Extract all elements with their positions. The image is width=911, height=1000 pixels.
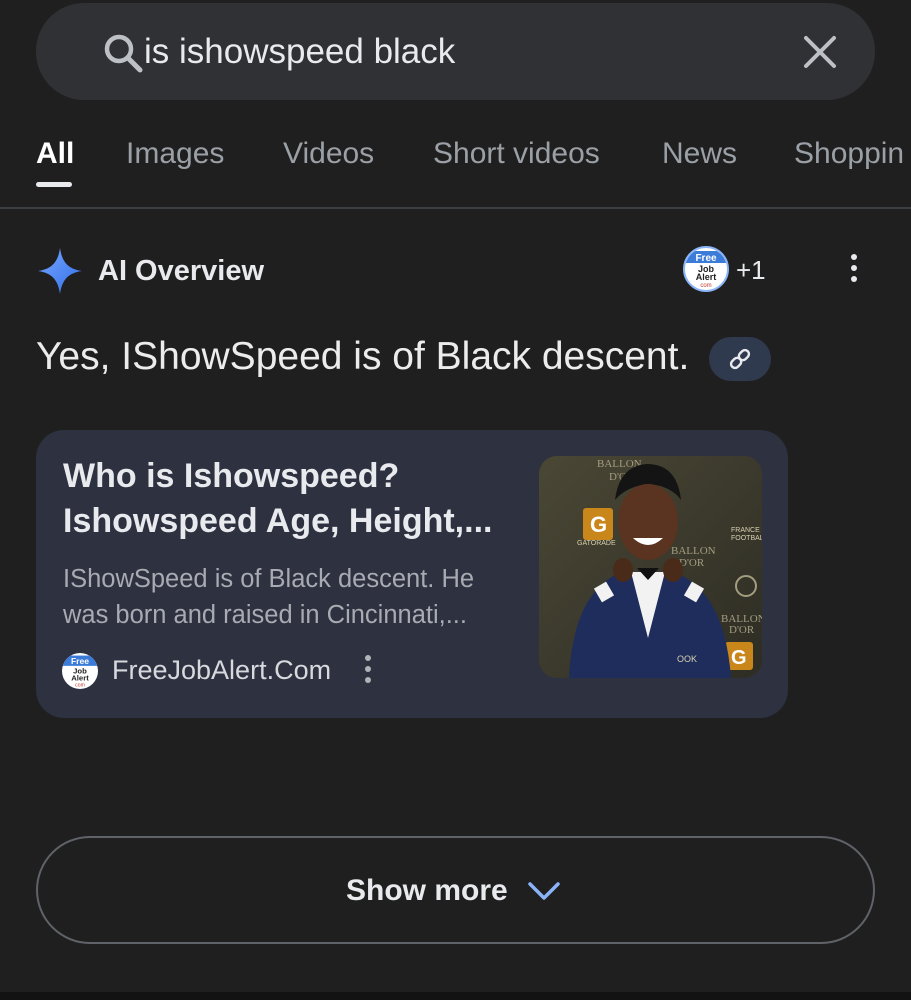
svg-text:com: com	[75, 682, 85, 688]
tab-videos[interactable]: Videos	[283, 136, 374, 172]
card-snippet: IShowSpeed is of Black descent. He was b…	[63, 565, 475, 629]
ai-answer-text: Yes, IShowSpeed is of Black descent.	[36, 335, 690, 378]
svg-text:D'OR: D'OR	[679, 557, 705, 569]
card-more-options-icon[interactable]	[358, 655, 378, 689]
source-result-card[interactable]: Who is Ishowspeed? Ishowspeed Age, Heigh…	[36, 430, 788, 718]
svg-text:Free: Free	[71, 656, 89, 666]
svg-text:FRANCE: FRANCE	[731, 527, 760, 534]
more-options-icon[interactable]	[844, 254, 864, 288]
source-logo[interactable]: Free Job Alert com	[683, 246, 729, 292]
tab-news[interactable]: News	[662, 136, 737, 172]
search-query[interactable]: is ishowspeed black	[144, 30, 455, 74]
card-source-logo: Free Job Alert com	[62, 653, 98, 689]
link-icon	[729, 348, 751, 370]
tab-all[interactable]: All	[36, 136, 74, 172]
sparkle-icon	[38, 248, 82, 294]
freejobalert-logo-icon: Free Job Alert com	[685, 251, 727, 289]
show-more-label[interactable]: Show more	[346, 872, 508, 910]
card-source-name[interactable]: FreeJobAlert.Com	[112, 652, 331, 688]
source-link-button[interactable]	[709, 337, 771, 381]
svg-text:G: G	[590, 512, 607, 537]
card-title[interactable]: Who is Ishowspeed? Ishowspeed Age, Heigh…	[63, 454, 523, 544]
freejobalert-logo-icon: Free Job Alert com	[62, 655, 98, 688]
chevron-down-icon[interactable]	[526, 878, 562, 904]
bottom-edge	[0, 992, 911, 1000]
svg-text:com: com	[700, 283, 711, 289]
tabs-divider	[0, 207, 911, 209]
tab-shopping[interactable]: Shoppin	[794, 136, 904, 172]
svg-text:Alert: Alert	[71, 673, 89, 682]
ai-overview-title: AI Overview	[98, 255, 265, 287]
svg-text:BALLON: BALLON	[671, 545, 716, 557]
search-bar[interactable]: is ishowspeed black	[36, 3, 875, 100]
svg-text:FOOTBALL: FOOTBALL	[731, 535, 762, 542]
close-icon[interactable]	[802, 34, 838, 70]
tab-images[interactable]: Images	[126, 136, 224, 172]
person-photo-icon: BALLON D'OR G GATORADE FRANCE FOOTBALL B…	[539, 456, 762, 678]
show-more-button[interactable]: Show more	[36, 836, 875, 944]
svg-text:D'OR: D'OR	[729, 624, 755, 636]
svg-text:OOK: OOK	[677, 654, 697, 664]
search-icon[interactable]	[102, 32, 144, 74]
search-tabs: All Images Videos Short videos News Shop…	[0, 128, 911, 208]
result-thumbnail[interactable]: BALLON D'OR G GATORADE FRANCE FOOTBALL B…	[539, 456, 762, 678]
svg-text:GATORADE: GATORADE	[577, 540, 616, 547]
svg-text:Free: Free	[695, 253, 717, 264]
ai-overview-header: AI Overview Free Job Alert com +1	[36, 246, 876, 296]
svg-text:Alert: Alert	[696, 272, 717, 282]
svg-text:G: G	[731, 647, 747, 669]
extra-sources-count[interactable]: +1	[736, 253, 766, 287]
tab-short-videos[interactable]: Short videos	[433, 136, 600, 172]
active-tab-indicator	[36, 182, 72, 187]
